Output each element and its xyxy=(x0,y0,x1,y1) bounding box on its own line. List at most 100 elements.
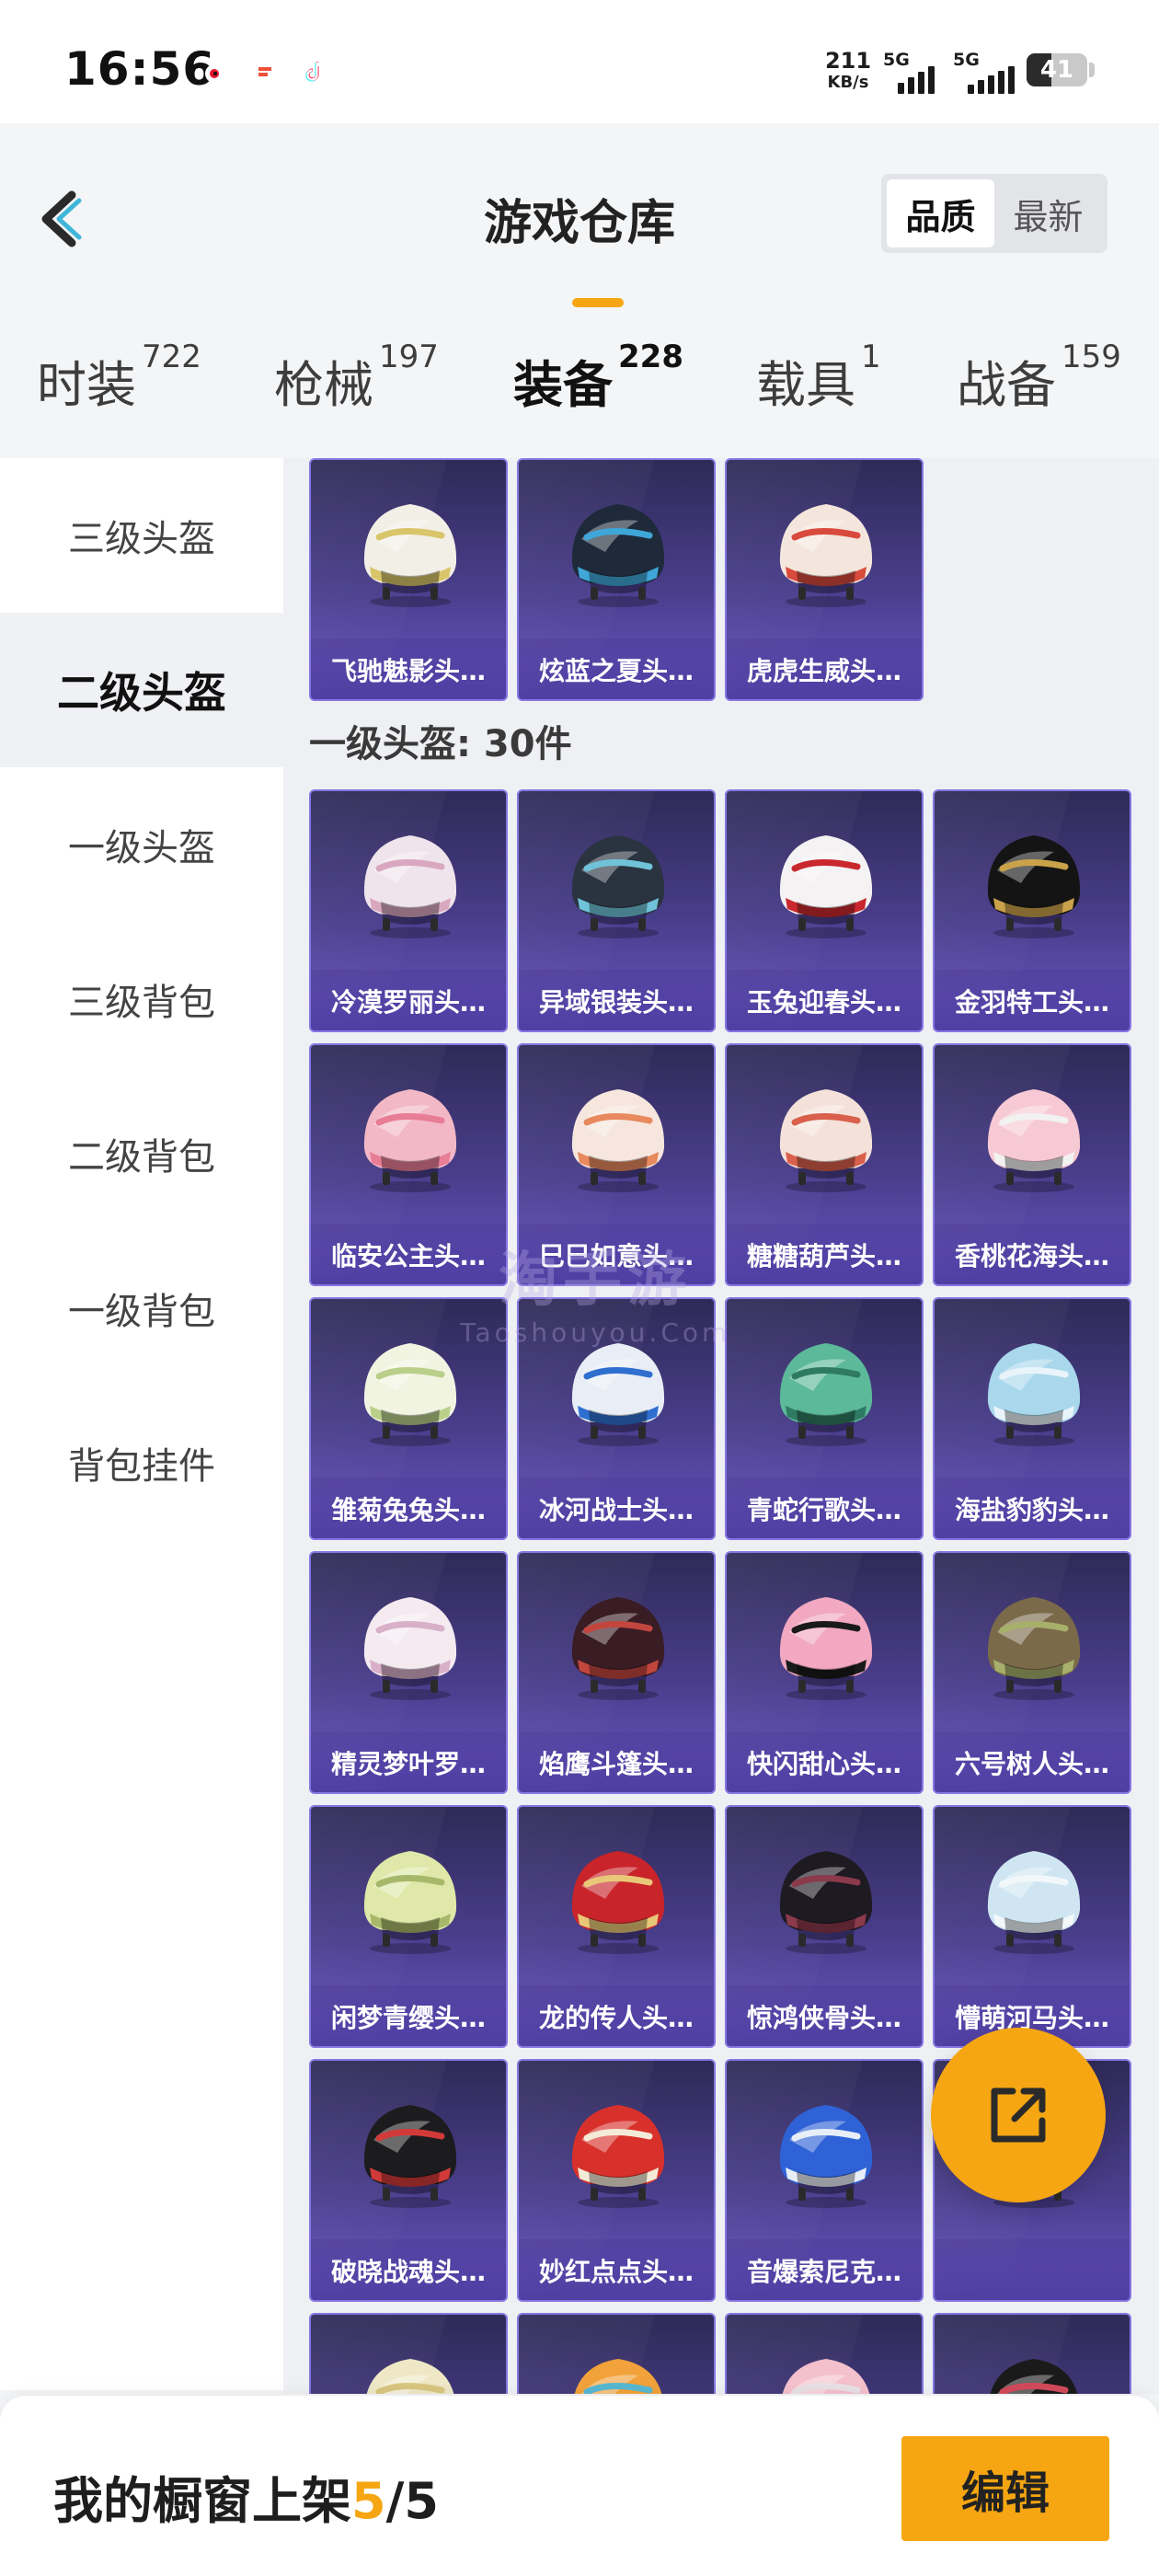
tab-label: 时装 xyxy=(37,356,136,414)
item-card[interactable]: 临安公主头… xyxy=(309,1043,508,1286)
item-card[interactable]: 巳巳如意头… xyxy=(517,1043,716,1286)
item-name: 海盐豹豹头… xyxy=(935,1478,1130,1538)
edit-button[interactable]: 编辑 xyxy=(901,2436,1109,2541)
share-icon xyxy=(991,2087,1046,2143)
shelf-label: 我的橱窗上架 xyxy=(53,2472,351,2530)
helmet-icon xyxy=(571,1851,665,1954)
item-name: 雏菊兔兔头… xyxy=(311,1478,506,1538)
item-name: 冷漠罗丽头… xyxy=(311,970,506,1030)
item-card[interactable]: 异域银装头… xyxy=(517,789,716,1032)
item-name xyxy=(935,2239,1130,2300)
tab-count: 159 xyxy=(1061,339,1121,375)
sort-toggle: 品质 最新 xyxy=(881,174,1107,253)
item-card[interactable] xyxy=(725,2313,924,2394)
helmet-icon xyxy=(779,2105,873,2208)
item-card[interactable]: 雏菊兔兔头… xyxy=(309,1297,508,1540)
sidebar-item-backpack-lv3[interactable]: 三级背包 xyxy=(0,922,283,1076)
helmet-icon xyxy=(987,1343,1081,1446)
item-card[interactable]: 飞驰魅影头… xyxy=(309,458,508,701)
helmet-icon xyxy=(779,1089,873,1192)
category-tabs: 时装 722 枪械 197 装备 228 载具 1 战备 159 xyxy=(0,339,1159,427)
sort-option-newest[interactable]: 最新 xyxy=(994,179,1102,247)
share-button[interactable] xyxy=(931,2028,1106,2202)
item-card[interactable]: 青蛇行歌头… xyxy=(725,1297,924,1540)
sidebar-item-helmet-lv1[interactable]: 一级头盔 xyxy=(0,767,283,922)
item-card[interactable]: 玉兔迎春头… xyxy=(725,789,924,1032)
sort-option-quality[interactable]: 品质 xyxy=(887,179,994,247)
tab-equipment[interactable]: 装备 228 xyxy=(513,339,683,427)
app-root: 16:56 211 KB/s 5G 5G 41 游戏仓库 品质 最新 时装 72… xyxy=(0,0,1159,2576)
helmet-icon xyxy=(571,1597,665,1700)
weibo-icon xyxy=(195,52,235,92)
shelf-status: 我的橱窗上架5/5 xyxy=(53,2460,439,2533)
item-card[interactable]: 焰鹰斗篷头… xyxy=(517,1551,716,1794)
header: 游戏仓库 品质 最新 时装 722 枪械 197 装备 228 载具 1 战备 159 xyxy=(0,123,1159,427)
item-card[interactable]: 炫蓝之夏头… xyxy=(517,458,716,701)
tab-label: 装备 xyxy=(513,356,613,414)
item-card[interactable]: 龙的传人头… xyxy=(517,1805,716,2048)
shelf-count: 5 xyxy=(351,2472,386,2530)
item-name: 闲梦青缨头… xyxy=(311,1985,506,2046)
tiktok-icon xyxy=(294,52,335,92)
item-card[interactable]: 快闪甜心头… xyxy=(725,1551,924,1794)
sidebar-item-helmet-lv3[interactable]: 三级头盔 xyxy=(0,458,283,613)
item-card[interactable]: 金羽特工头… xyxy=(933,789,1131,1032)
active-tab-indicator xyxy=(572,298,624,307)
item-name: 冰河战士头… xyxy=(519,1478,714,1538)
item-card[interactable] xyxy=(933,2313,1131,2394)
item-card[interactable]: 懵萌河马头… xyxy=(933,1805,1131,2048)
helmet-icon xyxy=(779,1343,873,1446)
item-card[interactable]: 破晓战魂头… xyxy=(309,2059,508,2302)
shelf-total: 5 xyxy=(404,2472,439,2530)
sidebar: 三级头盔 二级头盔 一级头盔 三级背包 二级背包 一级背包 背包挂件 xyxy=(0,458,283,2390)
item-card[interactable] xyxy=(517,2313,716,2394)
helmet-icon xyxy=(574,2359,662,2394)
item-card[interactable]: 冰河战士头… xyxy=(517,1297,716,1540)
item-name: 快闪甜心头… xyxy=(727,1731,922,1792)
helmet-icon xyxy=(779,504,873,607)
item-name: 六号树人头… xyxy=(935,1731,1130,1792)
item-name: 焰鹰斗篷头… xyxy=(519,1731,714,1792)
tab-fashion[interactable]: 时装 722 xyxy=(37,339,201,427)
sidebar-item-backpack-charm[interactable]: 背包挂件 xyxy=(0,1386,283,1540)
item-card[interactable]: 惊鸿侠骨头… xyxy=(725,1805,924,2048)
item-name: 妙红点点头… xyxy=(519,2239,714,2300)
helmet-icon xyxy=(366,2359,454,2394)
item-card[interactable]: 糖糖葫芦头… xyxy=(725,1043,924,1286)
helmet-icon xyxy=(782,2359,870,2394)
item-card[interactable] xyxy=(309,2313,508,2394)
item-card[interactable]: 音爆索尼克… xyxy=(725,2059,924,2302)
item-name: 音爆索尼克… xyxy=(727,2239,922,2300)
item-card[interactable]: 六号树人头… xyxy=(933,1551,1131,1794)
tab-count: 197 xyxy=(379,339,439,375)
tab-count: 722 xyxy=(142,339,201,375)
network-speed: 211 KB/s xyxy=(820,50,876,91)
helmet-icon xyxy=(990,2359,1078,2394)
helmet-icon xyxy=(987,1089,1081,1192)
battery-cap xyxy=(1089,63,1095,77)
item-card[interactable]: 冷漠罗丽头… xyxy=(309,789,508,1032)
item-name: 香桃花海头… xyxy=(935,1224,1130,1284)
item-card[interactable]: 闲梦青缨头… xyxy=(309,1805,508,2048)
helmet-icon xyxy=(363,835,457,938)
sidebar-item-backpack-lv2[interactable]: 二级背包 xyxy=(0,1076,283,1231)
tab-guns[interactable]: 枪械 197 xyxy=(274,339,439,427)
battery-level: 41 xyxy=(1039,56,1074,84)
sidebar-item-backpack-lv1[interactable]: 一级背包 xyxy=(0,1231,283,1386)
tab-supplies[interactable]: 战备 159 xyxy=(957,339,1121,427)
item-name: 青蛇行歌头… xyxy=(727,1478,922,1538)
tab-label: 战备 xyxy=(957,356,1056,414)
item-card[interactable]: 海盐豹豹头… xyxy=(933,1297,1131,1540)
tab-vehicles[interactable]: 载具 1 xyxy=(756,339,881,427)
helmet-icon xyxy=(571,504,665,607)
network-speed-unit: KB/s xyxy=(827,73,869,92)
app-icon xyxy=(245,52,285,92)
signal-icon: 5G xyxy=(883,50,953,94)
item-card[interactable]: 虎虎生威头… xyxy=(725,458,924,701)
item-card[interactable]: 妙红点点头… xyxy=(517,2059,716,2302)
sidebar-item-helmet-lv2[interactable]: 二级头盔 xyxy=(0,613,283,767)
item-card[interactable]: 香桃花海头… xyxy=(933,1043,1131,1286)
item-card[interactable]: 精灵梦叶罗… xyxy=(309,1551,508,1794)
item-name: 龙的传人头… xyxy=(519,1985,714,2046)
network-speed-value: 211 xyxy=(824,48,872,74)
